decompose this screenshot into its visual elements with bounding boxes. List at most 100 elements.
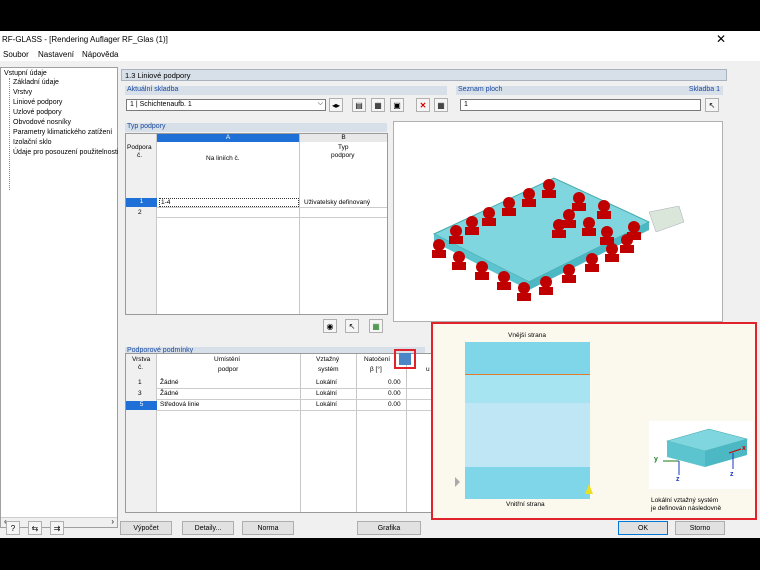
row-header-column	[126, 354, 157, 512]
support-arrow-icon	[455, 477, 460, 487]
layer-select[interactable]: 1 | Schichtenaufb. 1 ⌵	[126, 99, 326, 111]
navigator-tree: Vstupní údaje Základní údaje Vrstvy Lini…	[0, 67, 118, 528]
norm-button[interactable]: Norma	[242, 521, 294, 535]
import-icon[interactable]: ▦	[371, 98, 385, 112]
surfaces-label: Seznam ploch Skladba 1	[456, 86, 723, 95]
row-number[interactable]: 1	[126, 198, 157, 207]
tree-root[interactable]: Vstupní údaje	[4, 70, 47, 77]
glass-pane-rendering	[432, 177, 685, 301]
view-icon[interactable]: ◉	[323, 319, 337, 333]
column-a-header[interactable]: A	[157, 134, 299, 142]
window-title: RF-GLASS - [Rendering Auflager RF_Glas (…	[2, 35, 168, 44]
cross-section-diagram	[465, 342, 590, 499]
location-header: Umístění	[214, 356, 241, 363]
row-number[interactable]: 1	[138, 379, 142, 386]
grid-icon[interactable]: ▦	[434, 98, 448, 112]
middle-pane	[465, 375, 590, 403]
scroll-right-icon[interactable]: ›	[111, 517, 114, 526]
tree-item-layers[interactable]: Vrstvy	[13, 89, 32, 96]
tree-item-line-supports[interactable]: Liniové podpory	[13, 99, 62, 106]
tree-item-climate[interactable]: Parametry klimatického zatížení	[13, 129, 112, 136]
surfaces-label-text: Seznam ploch	[458, 86, 503, 93]
row-number[interactable]: 5	[126, 401, 157, 410]
x-axis-label: x	[742, 445, 746, 452]
app-window: RF-GLASS - [Rendering Auflager RF_Glas (…	[0, 31, 760, 538]
close-icon[interactable]: ✕	[716, 32, 726, 46]
table-cell-system[interactable]: Lokální	[316, 401, 337, 408]
current-layer-label: Aktuální skladba	[125, 86, 447, 95]
new-icon[interactable]: ▤	[352, 98, 366, 112]
type-header-2: podpory	[331, 152, 355, 159]
transfer-icon[interactable]: ⇉	[50, 521, 64, 535]
pick-icon[interactable]: ↖	[345, 319, 359, 333]
pick-surface-icon[interactable]: ↖	[705, 98, 719, 112]
boundary-table: Vrstva č. Umístění podpor Vztažný systém…	[125, 353, 435, 513]
z-axis-label-2: z	[730, 471, 734, 478]
excel-icon[interactable]: ▦	[369, 319, 383, 333]
y-axis-label: y	[654, 456, 658, 463]
menu-bar: Soubor Nastavení Nápověda	[0, 48, 760, 61]
model-view[interactable]	[393, 121, 723, 322]
extra-header: u	[426, 366, 430, 373]
row-divider	[157, 410, 434, 411]
table-cell-location[interactable]: Žádné	[160, 390, 178, 397]
tree-item-serviceability[interactable]: Údaje pro posouzení použitelnosti	[13, 149, 118, 156]
col-divider	[300, 354, 301, 512]
table-cell-system[interactable]: Lokální	[316, 379, 337, 386]
type-header-1: Typ	[338, 144, 349, 151]
row-number[interactable]: 2	[138, 209, 142, 216]
help-icon[interactable]: ?	[6, 521, 20, 535]
details-button[interactable]: Detaily...	[182, 521, 234, 535]
tree-item-edge-beams[interactable]: Obvodové nosníky	[13, 119, 71, 126]
tree-item-node-supports[interactable]: Uzlové podpory	[13, 109, 62, 116]
section-plane	[648, 205, 685, 233]
row-header-column	[126, 134, 157, 314]
menu-settings[interactable]: Nastavení	[38, 50, 74, 59]
table-cell-rotation[interactable]: 0.00	[388, 390, 401, 397]
table-cell-system[interactable]: Lokální	[316, 390, 337, 397]
support-type-label: Typ podpory	[125, 123, 387, 132]
tree-line	[9, 78, 10, 190]
layer-header-no: č.	[138, 364, 144, 371]
tree-item-insulating-glass[interactable]: Izolační sklo	[13, 139, 52, 146]
delete-icon[interactable]: ✕	[416, 98, 430, 112]
graphics-button[interactable]: Grafika	[357, 521, 421, 535]
prev-next-icon[interactable]: ◂▸	[329, 98, 343, 112]
ok-button[interactable]: OK	[618, 521, 668, 535]
inner-pane	[465, 467, 590, 499]
axis-note-2: je definován následovně	[651, 505, 722, 512]
system-header-2: systém	[318, 366, 339, 373]
layer-number-label: Skladba 1	[688, 86, 720, 93]
table-cell-rotation[interactable]: 0.00	[388, 379, 401, 386]
rotation-header-2: β [°]	[370, 366, 382, 373]
system-header: Vztažný	[316, 356, 340, 363]
col-divider	[356, 354, 357, 512]
row-divider	[157, 388, 434, 389]
row-divider	[157, 399, 434, 400]
menu-help[interactable]: Nápověda	[82, 50, 118, 59]
surfaces-input[interactable]: 1	[460, 99, 701, 111]
table-cell-location[interactable]: Žádné	[160, 379, 178, 386]
table-cell-rotation[interactable]: 0.00	[388, 401, 401, 408]
inner-side-label: Vnitřní strana	[506, 501, 545, 508]
table-cell-type[interactable]: Uživatelsky definovaný	[304, 199, 370, 206]
menu-file[interactable]: Soubor	[3, 50, 29, 59]
info-callout: Vnější strana Vnitřní strana y z z x Lok…	[431, 322, 757, 520]
tree-item-basic[interactable]: Základní údaje	[13, 79, 59, 86]
lines-header: Na liniích č.	[206, 155, 240, 162]
info-graphic-icon[interactable]	[399, 353, 411, 365]
location-header-2: podpor	[218, 366, 239, 373]
row-number[interactable]: 3	[138, 390, 142, 397]
row-divider	[157, 217, 387, 218]
table-cell-lines[interactable]: 1-4	[159, 198, 299, 207]
calculate-button[interactable]: Výpočet	[120, 521, 172, 535]
axis-note-1: Lokální vztažný systém	[651, 497, 719, 504]
highlighted-button[interactable]	[394, 349, 416, 369]
rotation-header: Natočení	[364, 356, 391, 363]
export-icon[interactable]: ▣	[390, 98, 404, 112]
column-b-header[interactable]: B	[299, 134, 387, 142]
settings-icon[interactable]: ⇆	[28, 521, 42, 535]
cancel-button[interactable]: Storno	[675, 521, 725, 535]
panel-title: 1.3 Liniové podpory	[121, 69, 727, 81]
table-cell-location[interactable]: Středová linie	[160, 401, 199, 408]
